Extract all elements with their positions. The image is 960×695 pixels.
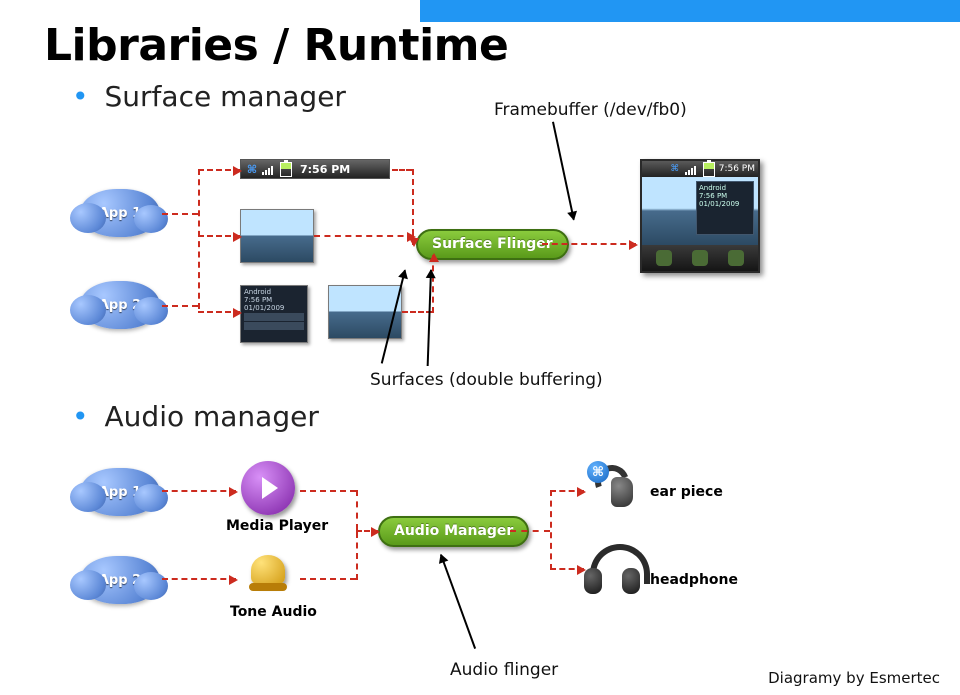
phone-widget-l1: Android bbox=[699, 184, 751, 192]
signal-icon bbox=[262, 162, 276, 176]
ear-piece-icon: ⌘ bbox=[586, 460, 642, 516]
wallpaper-thumb-2 bbox=[328, 285, 402, 339]
dock-icon bbox=[728, 250, 744, 266]
conn bbox=[198, 169, 240, 171]
phone-status-time: 7:56 PM bbox=[719, 164, 755, 174]
conn bbox=[550, 568, 584, 570]
conn bbox=[550, 490, 552, 570]
phone-widget: Android 7:56 PM 01/01/2009 bbox=[696, 181, 754, 235]
statusbar-time: 7:56 PM bbox=[300, 163, 350, 176]
phone-widget-l3: 01/01/2009 bbox=[699, 200, 751, 208]
conn bbox=[162, 578, 236, 580]
conn bbox=[356, 530, 378, 532]
bell-icon bbox=[243, 549, 293, 599]
conn bbox=[198, 169, 200, 309]
bluetooth-icon: ⌘ bbox=[245, 162, 259, 176]
audio-cloud-app2: App 2 bbox=[80, 556, 160, 604]
ear-piece-label: ear piece bbox=[650, 484, 723, 500]
media-player-icon bbox=[240, 460, 296, 516]
dock-icon bbox=[692, 250, 708, 266]
annotation-surfaces-dbl: Surfaces (double buffering) bbox=[370, 370, 603, 390]
widget-thumb: Android 7:56 PM 01/01/2009 bbox=[240, 285, 308, 343]
annotation-audio-flinger: Audio flinger bbox=[450, 660, 558, 680]
conn bbox=[162, 305, 198, 307]
widget-line3: 01/01/2009 bbox=[244, 304, 304, 312]
phone-dock bbox=[642, 245, 758, 271]
headphones-icon bbox=[584, 542, 640, 594]
conn bbox=[300, 578, 356, 580]
widget-line1: Android bbox=[244, 288, 304, 296]
conn bbox=[300, 490, 356, 492]
slide: Libraries / Runtime Surface manager Fram… bbox=[0, 0, 960, 695]
annotation-framebuffer: Framebuffer (/dev/fb0) bbox=[494, 100, 687, 120]
cloud-app2: App 2 bbox=[80, 281, 160, 329]
signal-icon bbox=[685, 162, 699, 176]
conn bbox=[542, 243, 636, 245]
battery-icon bbox=[702, 162, 716, 176]
phone-statusbar: ⌘ 7:56 PM bbox=[642, 161, 758, 177]
bluetooth-icon: ⌘ bbox=[668, 162, 682, 176]
bluetooth-icon: ⌘ bbox=[587, 461, 609, 483]
bullet-audio-manager: Audio manager bbox=[72, 400, 319, 433]
widget-line2: 7:56 PM bbox=[244, 296, 304, 304]
bullet-surface-manager: Surface manager bbox=[72, 80, 346, 113]
conn bbox=[198, 311, 240, 313]
audio-cloud-app1: App 1 bbox=[80, 468, 160, 516]
conn bbox=[162, 490, 236, 492]
media-player-label: Media Player bbox=[226, 518, 328, 534]
conn bbox=[550, 490, 584, 492]
wallpaper-thumb bbox=[240, 209, 314, 263]
dock-icon bbox=[656, 250, 672, 266]
conn bbox=[162, 213, 198, 215]
phone-widget-l2: 7:56 PM bbox=[699, 192, 751, 200]
conn bbox=[356, 532, 358, 580]
audio-diagram: App 1 App 2 Media Player Tone Audio Audi… bbox=[110, 460, 850, 650]
conn bbox=[356, 490, 358, 530]
conn bbox=[510, 530, 550, 532]
conn bbox=[392, 169, 412, 171]
headphone-label: headphone bbox=[650, 572, 738, 588]
cloud-app1: App 1 bbox=[80, 189, 160, 237]
tone-audio-label: Tone Audio bbox=[230, 604, 317, 620]
tone-audio-icon bbox=[240, 546, 296, 602]
conn bbox=[314, 235, 414, 237]
conn bbox=[432, 255, 434, 313]
play-icon bbox=[241, 461, 295, 515]
phone-wallpaper: Android 7:56 PM 01/01/2009 bbox=[642, 177, 758, 245]
battery-icon bbox=[279, 162, 293, 176]
audio-manager-node: Audio Manager bbox=[378, 516, 529, 547]
earpiece-icon: ⌘ bbox=[589, 463, 639, 513]
statusbar-thumb: ⌘ 7:56 PM bbox=[240, 159, 390, 179]
slide-credit: Diagramy by Esmertec bbox=[768, 669, 940, 687]
phone-output: ⌘ 7:56 PM Android 7:56 PM 01/01/2009 bbox=[640, 159, 760, 273]
slide-title: Libraries / Runtime bbox=[44, 20, 508, 71]
conn bbox=[198, 235, 240, 237]
headphone-icon bbox=[584, 540, 640, 596]
surface-diagram: App 1 App 2 ⌘ 7:56 PM Android 7:56 PM 01… bbox=[110, 155, 850, 355]
